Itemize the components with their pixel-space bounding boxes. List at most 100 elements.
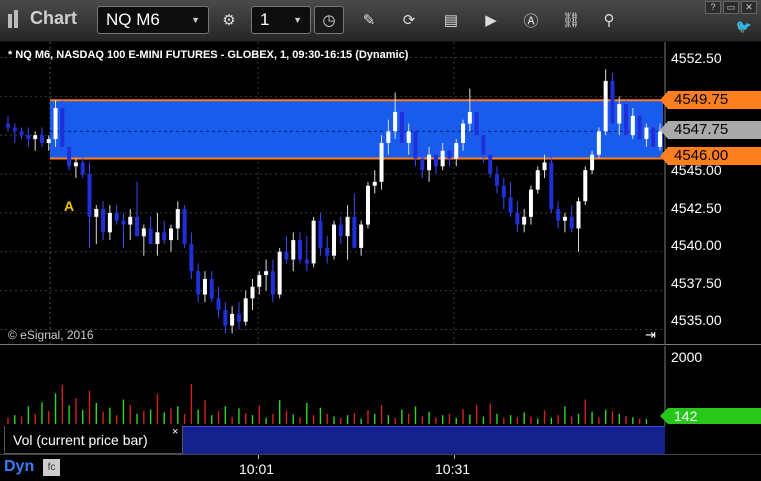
candle-body [94,209,99,217]
help-icon[interactable]: ? [705,1,721,14]
candle-body [223,310,228,326]
close-icon[interactable]: ✕ [741,1,757,14]
time-label: 10:01 [239,461,275,477]
candle-body [508,197,513,213]
candle-body [128,216,133,225]
last-price-flag: 4547.75 [660,121,761,139]
link-icon[interactable]: ⛓ [556,6,586,34]
study-tab-volume[interactable]: Vol (current price bar) [4,426,183,454]
candle-body [80,162,85,175]
candle-body [447,150,452,159]
price-tick: 4542.50 [671,200,722,216]
dynamic-label[interactable]: Dyn [4,458,34,476]
candle-body [148,228,153,244]
candle-body [501,185,506,198]
candle-body [114,212,119,221]
candle-body [189,244,194,272]
candle-body [230,313,235,326]
play-icon[interactable]: ▶ [476,6,506,34]
interval-input[interactable]: 1 ▼ [251,6,311,34]
candle-body [155,232,160,244]
settings-gear-icon[interactable]: ⚙ [214,6,244,34]
volume-chart-canvas[interactable] [0,346,761,426]
candle-body [284,251,289,260]
chart-title: * NQ M6, NASDAQ 100 E-MINI FUTURES - GLO… [8,49,409,61]
candle-body [318,220,323,248]
candle-body [60,108,65,147]
candle-body [399,111,404,143]
candle-body [528,189,533,217]
price-tick: 4537.50 [671,275,722,291]
chart-background [0,42,761,345]
candle-body [440,150,445,167]
candle-body [413,131,418,159]
price-tick: 4552.50 [671,50,722,66]
candle-body [481,135,486,155]
candle-body [495,174,499,186]
candle-body [386,131,391,143]
refresh-icon[interactable]: ⟳ [394,6,424,34]
candle-body [19,131,24,136]
candle-body [393,111,398,132]
candle-body [454,143,459,159]
studies-icon[interactable]: ▤ [436,6,466,34]
candle-body [325,247,330,256]
candle-body [488,154,493,175]
app-name: Chart [30,8,78,28]
candle-body [39,135,44,143]
interval-dropdown-icon[interactable]: ▼ [293,15,302,25]
upper-line-price-flag: 4549.75 [660,91,761,109]
candle-body [243,298,248,322]
symbol-dropdown-icon[interactable]: ▼ [191,15,200,25]
candle-body [121,220,126,225]
settings-icon[interactable]: fc [43,459,60,476]
candle-body [270,271,275,295]
candle-body [644,127,649,140]
price-chart[interactable] [0,42,761,345]
candle-body [583,170,588,202]
copyright: © eSignal, 2016 [8,328,94,342]
chart-marker-a: A [64,198,75,214]
pin-icon[interactable]: ⚲ [594,6,624,34]
candle-body [332,224,336,256]
candle-body [474,111,479,136]
volume-background [0,346,761,426]
candle-body [107,212,112,233]
alert-icon[interactable]: Ⓐ [516,6,546,34]
candle-body [610,80,615,124]
candle-body [338,224,343,237]
candle-body [209,278,214,299]
candle-body [73,162,78,167]
lower-line-price-value: 4546.00 [674,147,729,164]
candle-body [637,115,642,140]
twitter-icon[interactable]: 🐦 [736,19,752,35]
app-title: Chart [8,8,77,29]
candle-body [236,313,241,322]
window-buttons: ? ▭ ✕ [705,1,757,14]
volume-chart[interactable] [0,346,761,426]
candle-body [250,286,255,299]
close-icon[interactable]: × [172,426,178,438]
candle-body [202,278,207,295]
candle-body [169,228,173,241]
candle-body [379,143,384,182]
symbol-input[interactable]: NQ M6 ▼ [97,6,209,34]
time-label: 10:31 [435,461,471,477]
last-price-value: 4547.75 [674,121,729,138]
candle-body [264,271,269,276]
candle-body [291,240,296,260]
clock-icon[interactable]: ◷ [314,6,344,34]
pencil-draw-icon[interactable]: ✎ [354,6,384,34]
candle-body [576,201,581,229]
candle-body [427,154,432,171]
price-chart-canvas[interactable] [0,42,761,345]
candle-body [433,154,438,167]
candle-body [53,108,58,140]
price-axis[interactable] [665,42,761,345]
candle-body [467,111,472,124]
candle-body [569,216,574,229]
maximize-icon[interactable]: ▭ [723,1,739,14]
time-axis[interactable]: Dyn fc 10:01 10:31 [0,454,761,481]
scroll-to-end-icon[interactable]: ⇥ [645,327,656,343]
range-band [50,100,663,159]
